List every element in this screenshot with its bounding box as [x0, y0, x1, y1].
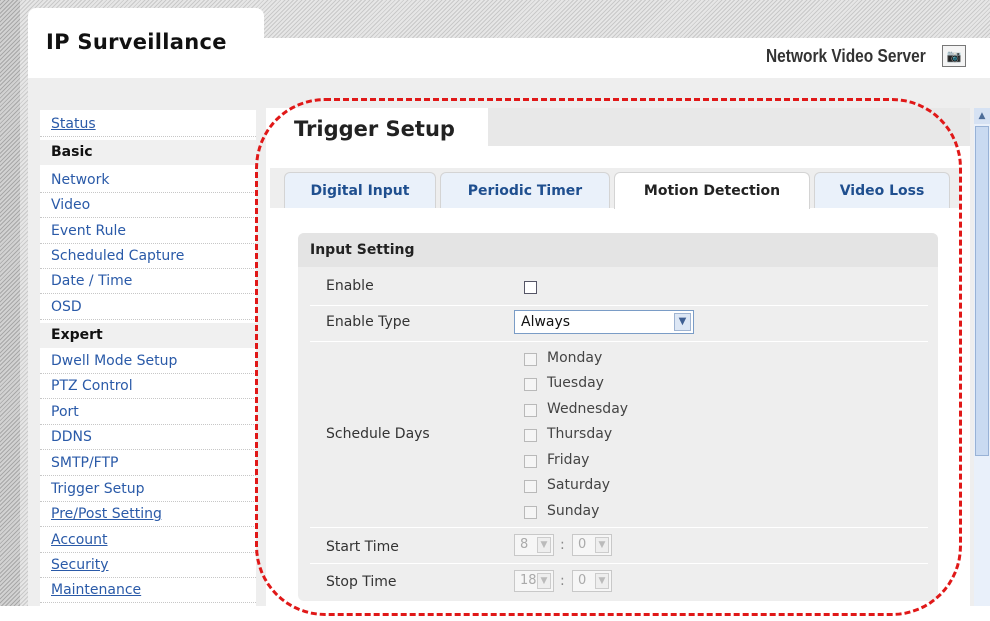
enable-checkbox[interactable]	[524, 281, 537, 294]
tab-motion-detection[interactable]: Motion Detection	[614, 172, 810, 209]
camera-icon: 📷	[946, 49, 962, 63]
day-checkbox-thursday[interactable]	[524, 429, 537, 442]
day-label-sunday: Sunday	[547, 503, 600, 519]
enable-type-select[interactable]: Always ▼	[514, 310, 694, 334]
page-title: Trigger Setup	[294, 117, 455, 141]
time-separator: :	[560, 573, 565, 589]
chevron-down-icon: ▼	[595, 573, 609, 589]
enable-label: Enable	[326, 278, 374, 294]
day-checkbox-friday[interactable]	[524, 455, 537, 468]
sidebar-item-trigger-setup[interactable]: Trigger Setup	[40, 477, 256, 502]
row-divider	[310, 341, 928, 342]
scrollbar-thumb[interactable]	[975, 126, 989, 456]
stop-time-label: Stop Time	[326, 574, 397, 590]
scroll-up-arrow-icon[interactable]: ▲	[974, 108, 990, 124]
start-hour-select[interactable]: 8 ▼	[514, 534, 554, 556]
sidebar-item-osd[interactable]: OSD	[40, 295, 256, 320]
chevron-down-icon: ▼	[537, 573, 551, 589]
tab-digital-input[interactable]: Digital Input	[284, 172, 436, 208]
sidebar-item-smtp-ftp[interactable]: SMTP/FTP	[40, 451, 256, 476]
sidebar-item-network[interactable]: Network	[40, 168, 256, 193]
day-checkbox-tuesday[interactable]	[524, 378, 537, 391]
day-checkbox-monday[interactable]	[524, 353, 537, 366]
sidebar-item-ptz-control[interactable]: PTZ Control	[40, 374, 256, 399]
stop-hour-select[interactable]: 18 ▼	[514, 570, 554, 592]
day-label-wednesday: Wednesday	[547, 401, 629, 417]
day-label-friday: Friday	[547, 452, 590, 468]
start-hour-value: 8	[520, 537, 529, 552]
chevron-down-icon: ▼	[595, 537, 609, 553]
sidebar-item-video[interactable]: Video	[40, 193, 256, 218]
app-title: IP Surveillance	[46, 30, 227, 54]
day-checkbox-wednesday[interactable]	[524, 404, 537, 417]
product-name: Network Video Server	[766, 46, 926, 66]
row-divider	[310, 563, 928, 564]
sidebar-item-pre-post-setting[interactable]: Pre/Post Setting	[40, 502, 256, 527]
sidebar-item-security[interactable]: Security	[40, 553, 256, 578]
sidebar-item-date-time[interactable]: Date / Time	[40, 269, 256, 294]
left-border-stripe	[0, 0, 20, 606]
day-label-thursday: Thursday	[547, 426, 613, 442]
row-divider	[310, 527, 928, 528]
sidebar-heading-expert: Expert	[40, 323, 256, 348]
chevron-down-icon: ▼	[537, 537, 551, 553]
chevron-down-icon: ▼	[674, 313, 691, 331]
enable-type-label: Enable Type	[326, 314, 411, 330]
sidebar-item-event-rule[interactable]: Event Rule	[40, 219, 256, 244]
snapshot-button[interactable]: 📷	[942, 45, 966, 67]
start-minute-value: 0	[578, 537, 587, 552]
enable-type-value: Always	[521, 314, 571, 330]
sidebar-heading-basic: Basic	[40, 140, 256, 165]
time-separator: :	[560, 537, 565, 553]
schedule-days-label: Schedule Days	[326, 426, 430, 442]
stop-hour-value: 18	[520, 573, 537, 588]
tab-periodic-timer[interactable]: Periodic Timer	[440, 172, 610, 208]
day-label-monday: Monday	[547, 350, 603, 366]
stop-minute-select[interactable]: 0 ▼	[572, 570, 612, 592]
sidebar-item-scheduled-capture[interactable]: Scheduled Capture	[40, 244, 256, 269]
sidebar-item-account[interactable]: Account	[40, 528, 256, 553]
sidebar-item-maintenance[interactable]: Maintenance	[40, 578, 256, 603]
section-title: Input Setting	[298, 233, 938, 267]
sidebar-item-status[interactable]: Status	[40, 112, 256, 137]
title-bar-filler	[488, 108, 970, 146]
day-label-tuesday: Tuesday	[547, 375, 604, 391]
start-minute-select[interactable]: 0 ▼	[572, 534, 612, 556]
tab-video-loss[interactable]: Video Loss	[814, 172, 950, 208]
stop-minute-value: 0	[578, 573, 587, 588]
day-checkbox-sunday[interactable]	[524, 506, 537, 519]
sidebar-item-dwell-mode-setup[interactable]: Dwell Mode Setup	[40, 349, 256, 374]
sidebar-item-port[interactable]: Port	[40, 400, 256, 425]
sidebar-item-ddns[interactable]: DDNS	[40, 425, 256, 450]
start-time-label: Start Time	[326, 539, 399, 555]
day-label-saturday: Saturday	[547, 477, 611, 493]
row-divider	[310, 305, 928, 306]
day-checkbox-saturday[interactable]	[524, 480, 537, 493]
